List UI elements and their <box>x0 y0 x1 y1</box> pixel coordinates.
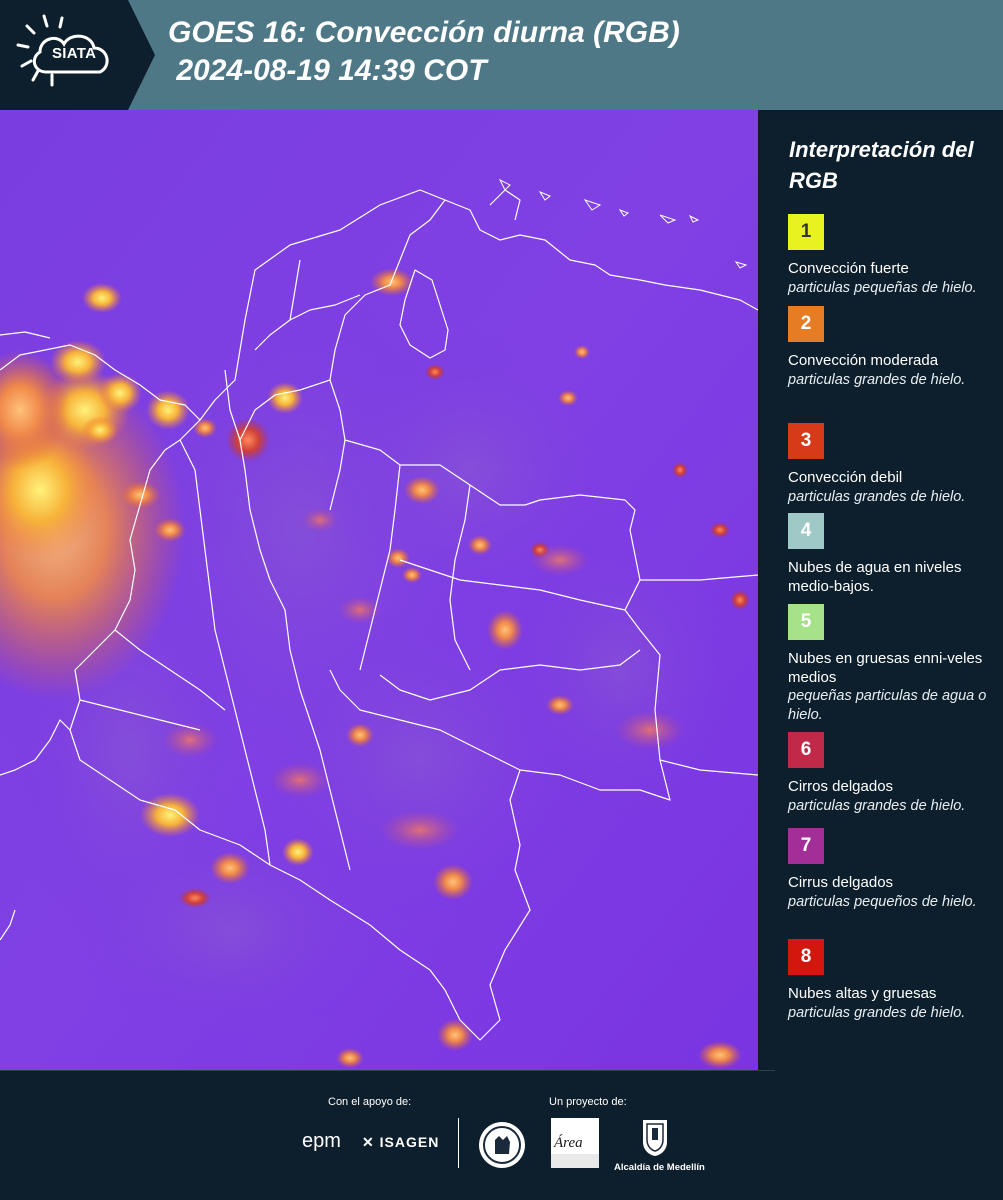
legend-swatch: 8 <box>788 939 824 975</box>
project-label: Un proyecto de: <box>549 1096 627 1108</box>
legend-swatch: 2 <box>788 306 824 342</box>
legend-description: Nubes altas y gruesas particulas grandes … <box>788 985 993 1022</box>
legend-label: Nubes altas y gruesas <box>788 985 937 1002</box>
legend-panel: Interpretación del RGB 1 Convección fuert… <box>758 110 1003 1070</box>
title-line-2: 2024-08-19 14:39 COT <box>168 54 487 87</box>
legend-description: Convección fuerte particulas pequeñas de … <box>788 260 993 297</box>
legend-item-3: 3 Convección debil particulas grandes de h… <box>788 423 993 506</box>
legend-swatch: 1 <box>788 214 824 250</box>
legend-description: Nubes de agua en niveles medio-bajos. <box>788 559 993 596</box>
legend-sublabel: particulas grandes de hielo. <box>788 1004 966 1021</box>
legend-label: Nubes en gruesas enni-veles medios <box>788 650 983 686</box>
area-metropolitana-logo-text: Área <box>554 1135 583 1151</box>
legend-sublabel: particulas grandes de hielo. <box>788 488 966 505</box>
legend-item-8: 8 Nubes altas y gruesas particulas grandes… <box>788 939 993 1022</box>
legend-swatch: 3 <box>788 423 824 459</box>
legend-swatch: 6 <box>788 732 824 768</box>
legend-title: Interpretación del RGB <box>789 137 974 193</box>
legend-swatch: 7 <box>788 828 824 864</box>
siata-logo-text: SIATA <box>52 45 97 62</box>
title-line-1: GOES 16: Convección diurna (RGB) <box>168 16 680 49</box>
legend-label: Convección moderada <box>788 352 939 369</box>
siata-logo: SIATA <box>0 0 155 110</box>
isagen-logo: ✕ ISAGEN <box>362 1134 440 1150</box>
legend-item-7: 7 Cirrus delgados particulas pequeños de h… <box>788 828 993 911</box>
satellite-rgb-image <box>0 110 758 1070</box>
legend-description: Cirrus delgados particulas pequeños de hi… <box>788 874 993 911</box>
alcaldia-shield-icon <box>643 1120 667 1156</box>
legend-label: Convección fuerte <box>788 260 909 277</box>
epm-logo: epm <box>302 1130 341 1152</box>
legend-item-5: 5 Nubes en gruesas enni-veles medios peque… <box>788 604 993 724</box>
legend-item-6: 6 Cirros delgados particulas grandes de hi… <box>788 732 993 815</box>
legend-label: Cirrus delgados <box>788 874 894 891</box>
isagen-logo-text: ISAGEN <box>379 1134 440 1150</box>
legend-item-1: 1 Convección fuerte particulas pequeñas de… <box>788 214 993 297</box>
legend-swatch: 5 <box>788 604 824 640</box>
support-label: Con el apoyo de: <box>328 1096 412 1108</box>
footer: Con el apoyo de: Un proyecto de: epm ✕ I… <box>0 1070 1003 1200</box>
legend-label: Convección debil <box>788 469 903 486</box>
legend-swatch: 4 <box>788 513 824 549</box>
legend-description: Cirros delgados particulas grandes de hie… <box>788 778 993 815</box>
legend-description: Nubes en gruesas enni-veles medios pequeñ… <box>788 650 993 724</box>
alcaldia-logo-text: Alcaldía de Medellín <box>614 1162 705 1173</box>
satellite-map[interactable] <box>0 110 758 1070</box>
legend-description: Convección debil particulas grandes de hi… <box>788 469 993 506</box>
page-title: GOES 16: Convección diurna (RGB) 2024-08… <box>168 14 680 90</box>
legend-label: Cirros delgados <box>788 778 894 795</box>
legend-sublabel: pequeñas particulas de agua o hielo. <box>788 688 987 723</box>
legend-item-4: 4 Nubes de agua en niveles medio-bajos. <box>788 513 993 596</box>
legend-sublabel: particulas grandes de hielo. <box>788 371 966 388</box>
legend-label: Nubes de agua en niveles medio-bajos. <box>788 559 962 595</box>
header-bar: SIATA GOES 16: Convección diurna (RGB) 2… <box>0 0 1003 110</box>
legend-sublabel: particulas pequeños de hielo. <box>788 893 977 910</box>
legend-sublabel: particulas pequeñas de hielo. <box>788 279 977 296</box>
legend-item-2: 2 Convección moderada particulas grandes d… <box>788 306 993 389</box>
footer-divider <box>458 1118 459 1168</box>
legend-description: Convección moderada particulas grandes de… <box>788 352 993 389</box>
metropolitan-seal-icon <box>479 1122 525 1168</box>
legend-sublabel: particulas grandes de hielo. <box>788 797 966 814</box>
footer-separator <box>0 1070 775 1071</box>
